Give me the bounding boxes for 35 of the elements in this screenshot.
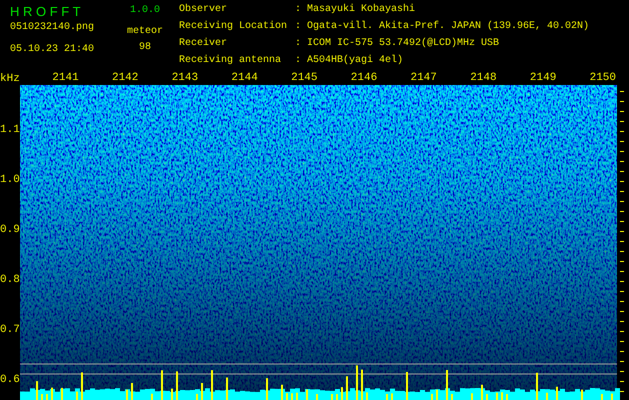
time-label: 2141 [51, 72, 80, 85]
time-label: 2149 [528, 72, 558, 85]
frequency-label: 0.9 [0, 224, 20, 236]
frequency-label: 0.6 [0, 374, 20, 386]
info-label: Receiving Location [179, 21, 288, 34]
app-title: H R O F F T [10, 4, 82, 20]
frequency-unit: kHz [0, 72, 20, 86]
frequency-label: 1.0 [0, 174, 20, 186]
time-label: 2142 [110, 72, 140, 85]
time-label: 2146 [350, 72, 378, 85]
time-label: 2150 [588, 72, 617, 85]
frequency-label: 1.1 [0, 124, 20, 136]
time-label: 2147 [409, 72, 438, 85]
time-label: 2148 [469, 72, 498, 85]
info-value: ICOM IC-575 53.7492(@LCD)MHz USB [307, 38, 500, 51]
info-colon: : [295, 38, 302, 51]
info-value: Masayuki Kobayashi [307, 4, 416, 17]
counter-label: meteor [126, 26, 163, 38]
counter-value: 98 [138, 42, 151, 54]
date-time: 05.10.23 21:40 [10, 44, 96, 56]
app-version: 1.0.0 [130, 4, 160, 18]
info-value: Ogata-vill. Akita-Pref. JAPAN (139.96E, 40.02N) [307, 21, 590, 34]
frequency-label: 0.8 [0, 274, 20, 286]
info-colon: : [295, 4, 302, 17]
info-colon: : [295, 21, 302, 34]
frequency-label: 0.7 [0, 324, 20, 336]
info-label: Receiver [179, 38, 228, 51]
info-label: Receiving antenna [179, 55, 282, 68]
file-name: 0510232140.png [10, 22, 96, 34]
info-colon: : [295, 55, 302, 68]
time-label: 2143 [170, 72, 200, 85]
info-value: A504HB(yagi 4el) [307, 55, 404, 68]
time-label: 2144 [230, 72, 259, 85]
time-label: 2145 [290, 72, 318, 85]
info-label: Observer [179, 4, 228, 17]
